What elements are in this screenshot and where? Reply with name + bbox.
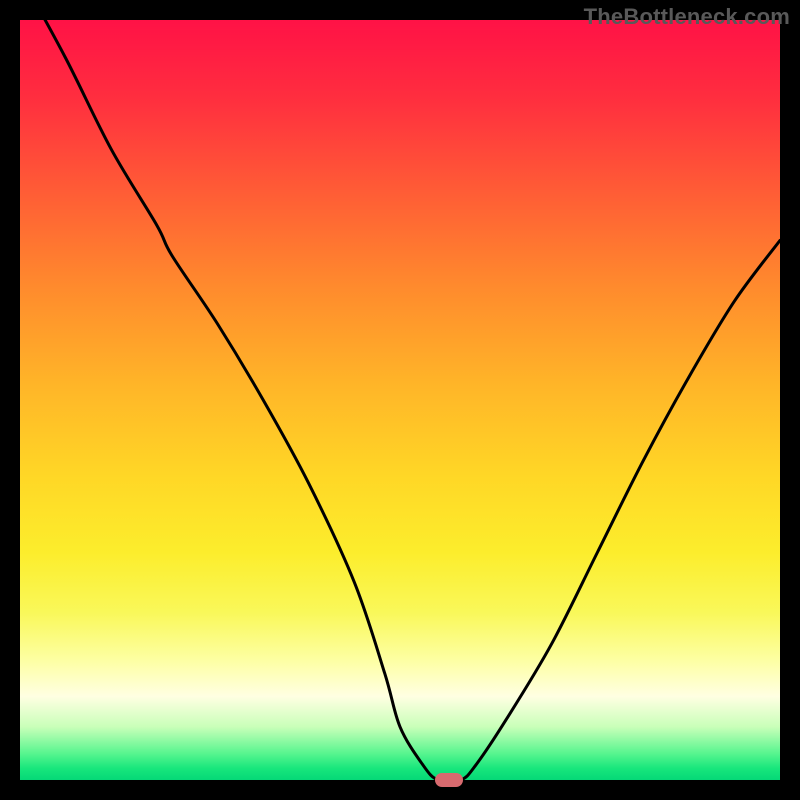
watermark-label: TheBottleneck.com: [584, 4, 790, 30]
optimum-marker: [435, 773, 463, 787]
chart-frame: TheBottleneck.com: [0, 0, 800, 800]
plot-area: [20, 20, 780, 780]
curve-path: [20, 20, 780, 780]
bottleneck-curve: [20, 20, 780, 780]
